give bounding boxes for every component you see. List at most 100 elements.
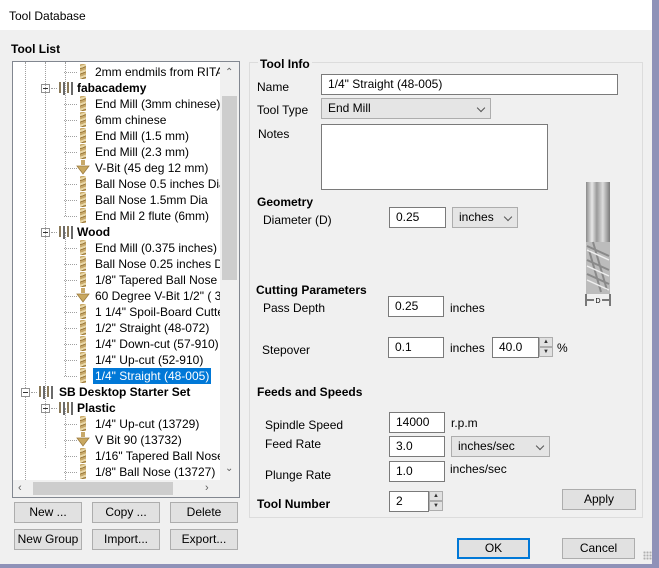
- end-mill-icon: [80, 336, 86, 351]
- tree-item-label: 1/8" Tapered Ball Nose ( 7: [95, 273, 220, 287]
- end-mill-icon: [80, 464, 86, 479]
- end-mill-icon: [80, 304, 86, 319]
- end-mill-icon: [80, 240, 86, 255]
- horizontal-scroll-thumb[interactable]: [33, 482, 173, 495]
- tool-list-label: Tool List: [11, 42, 61, 56]
- tree-guide-line: [65, 232, 66, 376]
- plunge-rate-input[interactable]: 1.0: [389, 461, 445, 482]
- tool-number-spinner[interactable]: ▲ ▼: [429, 491, 443, 512]
- stepover-percent-spinner[interactable]: ▲ ▼: [539, 337, 553, 358]
- chevron-down-icon: [476, 103, 486, 113]
- scroll-right-icon[interactable]: ›: [205, 483, 209, 494]
- scroll-down-icon[interactable]: ⌄: [225, 464, 233, 474]
- tool-info-heading: Tool Info: [258, 57, 312, 71]
- copy-tool-button[interactable]: Copy ...: [92, 502, 160, 523]
- diameter-unit-select[interactable]: inches: [452, 207, 518, 228]
- vertical-scrollbar[interactable]: ⌃ ⌄: [220, 62, 239, 480]
- spin-down-icon[interactable]: ▼: [539, 347, 553, 357]
- tool-number-input[interactable]: 2: [389, 491, 429, 512]
- end-mill-icon: [80, 112, 86, 127]
- spin-down-icon[interactable]: ▼: [429, 501, 443, 511]
- tree-item-label: 1/8" Ball Nose (13727): [95, 465, 216, 479]
- tree-tool-item[interactable]: 1/16" Tapered Ball Nose (1: [13, 448, 220, 464]
- tool-group-icon: [59, 402, 73, 415]
- stepover-input[interactable]: 0.1: [388, 337, 444, 358]
- diameter-input[interactable]: 0.25: [389, 207, 446, 228]
- end-mill-icon: [80, 368, 86, 383]
- tree-item-label: 6mm chinese: [95, 113, 167, 127]
- tool-tree-content: 2mm endmils from RITA fabacademy End Mill …: [13, 62, 220, 480]
- window-title: Tool Database: [9, 9, 86, 23]
- tree-item-label: 1/4" Down-cut (57-910): [95, 337, 219, 351]
- end-mill-icon: [80, 416, 86, 431]
- shank-shape: [586, 182, 610, 242]
- feed-rate-input[interactable]: 3.0: [389, 436, 445, 457]
- dim-label: D: [595, 298, 600, 305]
- tool-type-select[interactable]: End Mill: [321, 98, 491, 119]
- v-bit-icon: [76, 160, 90, 175]
- stepover-percent-input[interactable]: 40.0: [492, 337, 539, 358]
- apply-button[interactable]: Apply: [562, 489, 636, 510]
- tree-connector: [51, 408, 57, 409]
- tree-item-label: Ball Nose 1.5mm Dia: [95, 193, 208, 207]
- chevron-down-icon: [503, 212, 513, 222]
- scroll-up-icon[interactable]: ⌃: [225, 68, 233, 78]
- import-button[interactable]: Import...: [92, 529, 160, 550]
- tree-item-label: End Mil 2 flute (6mm): [95, 209, 210, 223]
- cutting-parameters-heading: Cutting Parameters: [256, 283, 367, 297]
- tool-diagram: D: [585, 182, 611, 306]
- pass-depth-input[interactable]: 0.25: [388, 296, 444, 317]
- resize-grip-icon[interactable]: [643, 551, 652, 560]
- horizontal-scrollbar[interactable]: ‹ ›: [13, 480, 220, 497]
- end-mill-icon: [80, 272, 86, 287]
- stepover-unit: inches: [450, 341, 485, 355]
- end-mill-icon: [80, 320, 86, 335]
- export-button[interactable]: Export...: [170, 529, 238, 550]
- tree-connector: [31, 392, 37, 393]
- name-label: Name: [257, 80, 290, 94]
- tree-tool-item[interactable]: 1/8" Ball Nose (13727): [13, 464, 220, 480]
- tree-item-label: 1 1/4" Spoil-Board Cutter (: [95, 305, 220, 319]
- end-mill-icon: [80, 144, 86, 159]
- tree-item-label: 1/2" Straight (48-072): [95, 321, 210, 335]
- new-group-button[interactable]: New Group: [14, 529, 82, 550]
- spindle-speed-input[interactable]: 14000: [389, 412, 445, 433]
- tree-item-label: 60 Degree V-Bit 1/2" ( 37-: [95, 289, 220, 303]
- title-bar: Tool Database: [0, 0, 652, 30]
- tree-connector: [64, 216, 77, 217]
- tree-connector: [51, 88, 57, 89]
- ok-button[interactable]: OK: [457, 538, 530, 559]
- tree-item-label: SB Desktop Starter Set: [59, 385, 191, 399]
- end-mill-icon: [80, 64, 86, 79]
- tool-tree[interactable]: 2mm endmils from RITA fabacademy End Mill …: [12, 61, 240, 498]
- notes-textarea[interactable]: [321, 124, 548, 190]
- cancel-button[interactable]: Cancel: [562, 538, 635, 559]
- plunge-rate-label: Plunge Rate: [265, 468, 332, 482]
- spin-up-icon[interactable]: ▲: [539, 337, 553, 347]
- end-mill-icon: [80, 448, 86, 463]
- tree-item-label: V Bit 90 (13732): [95, 433, 182, 447]
- tree-item-label: 1/4" Up-cut (13729): [95, 417, 200, 431]
- tree-item-label: End Mill (2.3 mm): [95, 145, 190, 159]
- delete-tool-button[interactable]: Delete: [170, 502, 238, 523]
- spin-up-icon[interactable]: ▲: [429, 491, 443, 501]
- tool-group-icon: [59, 226, 73, 239]
- feed-rate-unit-select[interactable]: inches/sec: [451, 436, 550, 457]
- tree-item-label: V-Bit (45 deg 12 mm): [95, 161, 209, 175]
- pass-depth-unit: inches: [450, 301, 485, 315]
- tool-name-input[interactable]: 1/4" Straight (48-005): [321, 74, 618, 95]
- scroll-left-icon[interactable]: ‹: [18, 483, 22, 494]
- feeds-speeds-heading: Feeds and Speeds: [257, 385, 363, 399]
- tree-item-label: Ball Nose 0.25 inches Dia: [95, 257, 220, 271]
- window-edge-bottom: [0, 564, 659, 568]
- tree-item-label: 1/4" Straight (48-005): [93, 368, 212, 384]
- v-bit-icon: [76, 432, 90, 447]
- tree-item-label: End Mill (3mm chinese): [95, 97, 220, 111]
- chevron-down-icon: [535, 441, 545, 451]
- end-mill-icon: [80, 352, 86, 367]
- new-tool-button[interactable]: New ...: [14, 502, 82, 523]
- tree-guide-line: [65, 62, 66, 216]
- tree-guide-line: [65, 408, 66, 480]
- collapse-icon[interactable]: [21, 388, 30, 397]
- vertical-scroll-thumb[interactable]: [222, 96, 237, 280]
